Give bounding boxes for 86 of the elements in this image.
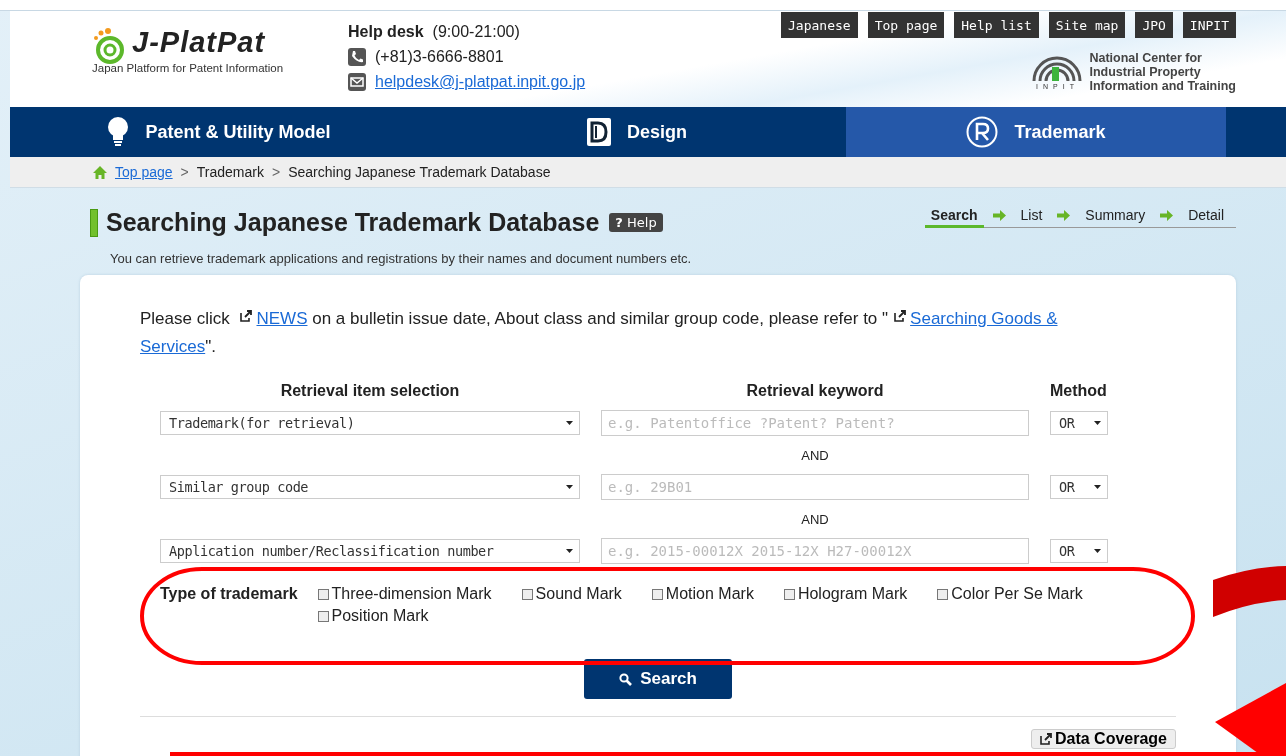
checkbox-option[interactable]: Position Mark bbox=[317, 607, 429, 625]
header-link[interactable]: Japanese bbox=[781, 12, 858, 38]
news-link[interactable]: NEWS bbox=[256, 309, 308, 328]
dropdown-caret-icon bbox=[1094, 549, 1101, 553]
helpdesk-hours: (9:00-21:00) bbox=[432, 23, 520, 41]
phone-number: (+81)3-6666-8801 bbox=[375, 48, 504, 66]
step-label: Summary bbox=[1084, 207, 1147, 225]
breadcrumb-link[interactable]: Top page bbox=[115, 164, 173, 180]
goods-services-link[interactable]: Services bbox=[140, 337, 206, 356]
logo-tagline: Japan Platform for Patent Information bbox=[92, 62, 284, 74]
search-button[interactable]: Search bbox=[584, 659, 732, 699]
logo-wordmark[interactable]: J-PlatPat bbox=[132, 26, 284, 58]
checkbox-option[interactable]: Motion Mark bbox=[651, 585, 754, 603]
keyword-input[interactable]: e.g. 29B01 bbox=[601, 474, 1029, 500]
arch-icon bbox=[1031, 54, 1084, 81]
data-coverage-button[interactable]: Data Coverage bbox=[1030, 729, 1176, 749]
nav-tab[interactable]: Patent & Utility Model bbox=[10, 107, 428, 157]
mail-icon bbox=[348, 73, 366, 91]
external-link-icon bbox=[240, 310, 253, 322]
header-link[interactable]: Help list bbox=[954, 12, 1039, 38]
org-name-line: National Center for bbox=[1089, 51, 1203, 65]
checkbox[interactable] bbox=[317, 610, 329, 622]
arrow-icon bbox=[1160, 210, 1174, 221]
title-marker bbox=[90, 208, 98, 237]
org-name-line: Industrial Property bbox=[1089, 65, 1202, 79]
type-label: Type of trademark bbox=[160, 585, 298, 604]
header-link[interactable]: Site map bbox=[1048, 12, 1126, 38]
checkbox[interactable] bbox=[651, 588, 663, 600]
arrow-icon bbox=[1057, 210, 1071, 221]
checkbox[interactable] bbox=[937, 588, 949, 600]
arrow-icon bbox=[992, 210, 1006, 221]
column-header: Method bbox=[1050, 382, 1108, 400]
checkbox-option[interactable]: Three-dimension Mark bbox=[317, 585, 492, 603]
checkbox-option[interactable]: Color Per Se Mark bbox=[937, 585, 1083, 603]
keyword-input[interactable]: e.g. 2015-00012X 2015-12X H27-00012X bbox=[601, 538, 1029, 564]
registered-mark-icon bbox=[966, 116, 999, 148]
header-link[interactable]: JPO bbox=[1135, 12, 1173, 38]
org-name-line: Information and Training bbox=[1089, 79, 1236, 93]
item-select[interactable]: Similar group code bbox=[160, 475, 580, 499]
lightbulb-icon bbox=[107, 116, 130, 148]
page-description: You can retrieve trademark applications and registrations by their names and document numbers etc. bbox=[110, 251, 693, 266]
checkbox[interactable] bbox=[317, 588, 329, 600]
phone-icon bbox=[348, 48, 366, 66]
column-header: Retrieval item selection bbox=[279, 382, 461, 400]
method-select[interactable]: OR bbox=[1050, 411, 1108, 435]
notice-text: ". bbox=[205, 337, 216, 356]
notice-text: Please click bbox=[140, 309, 231, 328]
step-label: List bbox=[1019, 207, 1044, 225]
help-button[interactable]: ? Help bbox=[609, 213, 663, 232]
dropdown-caret-icon bbox=[566, 549, 573, 553]
and-connector: AND bbox=[800, 511, 830, 527]
method-select[interactable]: OR bbox=[1050, 539, 1108, 563]
goods-services-link[interactable]: Searching Goods & bbox=[910, 309, 1058, 328]
dropdown-caret-icon bbox=[566, 485, 573, 489]
breadcrumb-item: Searching Japanese Trademark Database bbox=[288, 164, 551, 180]
header-link[interactable]: INPIT bbox=[1182, 12, 1236, 38]
dropdown-caret-icon bbox=[1094, 485, 1101, 489]
nav-tab[interactable]: Trademark bbox=[846, 107, 1226, 157]
dropdown-caret-icon bbox=[566, 421, 573, 425]
step-label: Detail bbox=[1187, 207, 1225, 225]
design-icon bbox=[587, 118, 611, 146]
email-link[interactable]: helpdesk@j-platpat.inpit.go.jp bbox=[375, 73, 586, 91]
method-select[interactable]: OR bbox=[1050, 475, 1108, 499]
home-icon bbox=[93, 165, 107, 179]
search-icon bbox=[619, 672, 633, 686]
and-connector: AND bbox=[800, 447, 830, 463]
dropdown-caret-icon bbox=[1094, 421, 1101, 425]
external-link-icon bbox=[1039, 733, 1052, 745]
checkbox-option[interactable]: Hologram Mark bbox=[783, 585, 908, 603]
keyword-input[interactable]: e.g. Patentoffice ?Patent? Patent? bbox=[601, 410, 1029, 436]
item-select[interactable]: Trademark(for retrieval) bbox=[160, 411, 580, 435]
checkbox[interactable] bbox=[521, 588, 533, 600]
breadcrumb-item: Trademark bbox=[196, 164, 264, 180]
item-select[interactable]: Application number/Reclassification number bbox=[160, 539, 580, 563]
checkbox-option[interactable]: Sound Mark bbox=[521, 585, 622, 603]
checkbox[interactable] bbox=[783, 588, 795, 600]
breadcrumb-separator: > bbox=[271, 164, 281, 180]
nav-tab[interactable]: Design bbox=[428, 107, 846, 157]
notice-text: on a bulletin issue date, About class and similar group code, please refer to " bbox=[311, 309, 889, 328]
external-link-icon bbox=[894, 310, 907, 322]
step-label: Search bbox=[924, 207, 984, 228]
helpdesk-label: Help desk bbox=[348, 23, 424, 41]
header-link[interactable]: Top page bbox=[867, 12, 945, 38]
column-header: Retrieval keyword bbox=[745, 382, 885, 400]
breadcrumb-separator: > bbox=[180, 164, 189, 180]
page-title: Searching Japanese Trademark Database bbox=[106, 208, 600, 237]
